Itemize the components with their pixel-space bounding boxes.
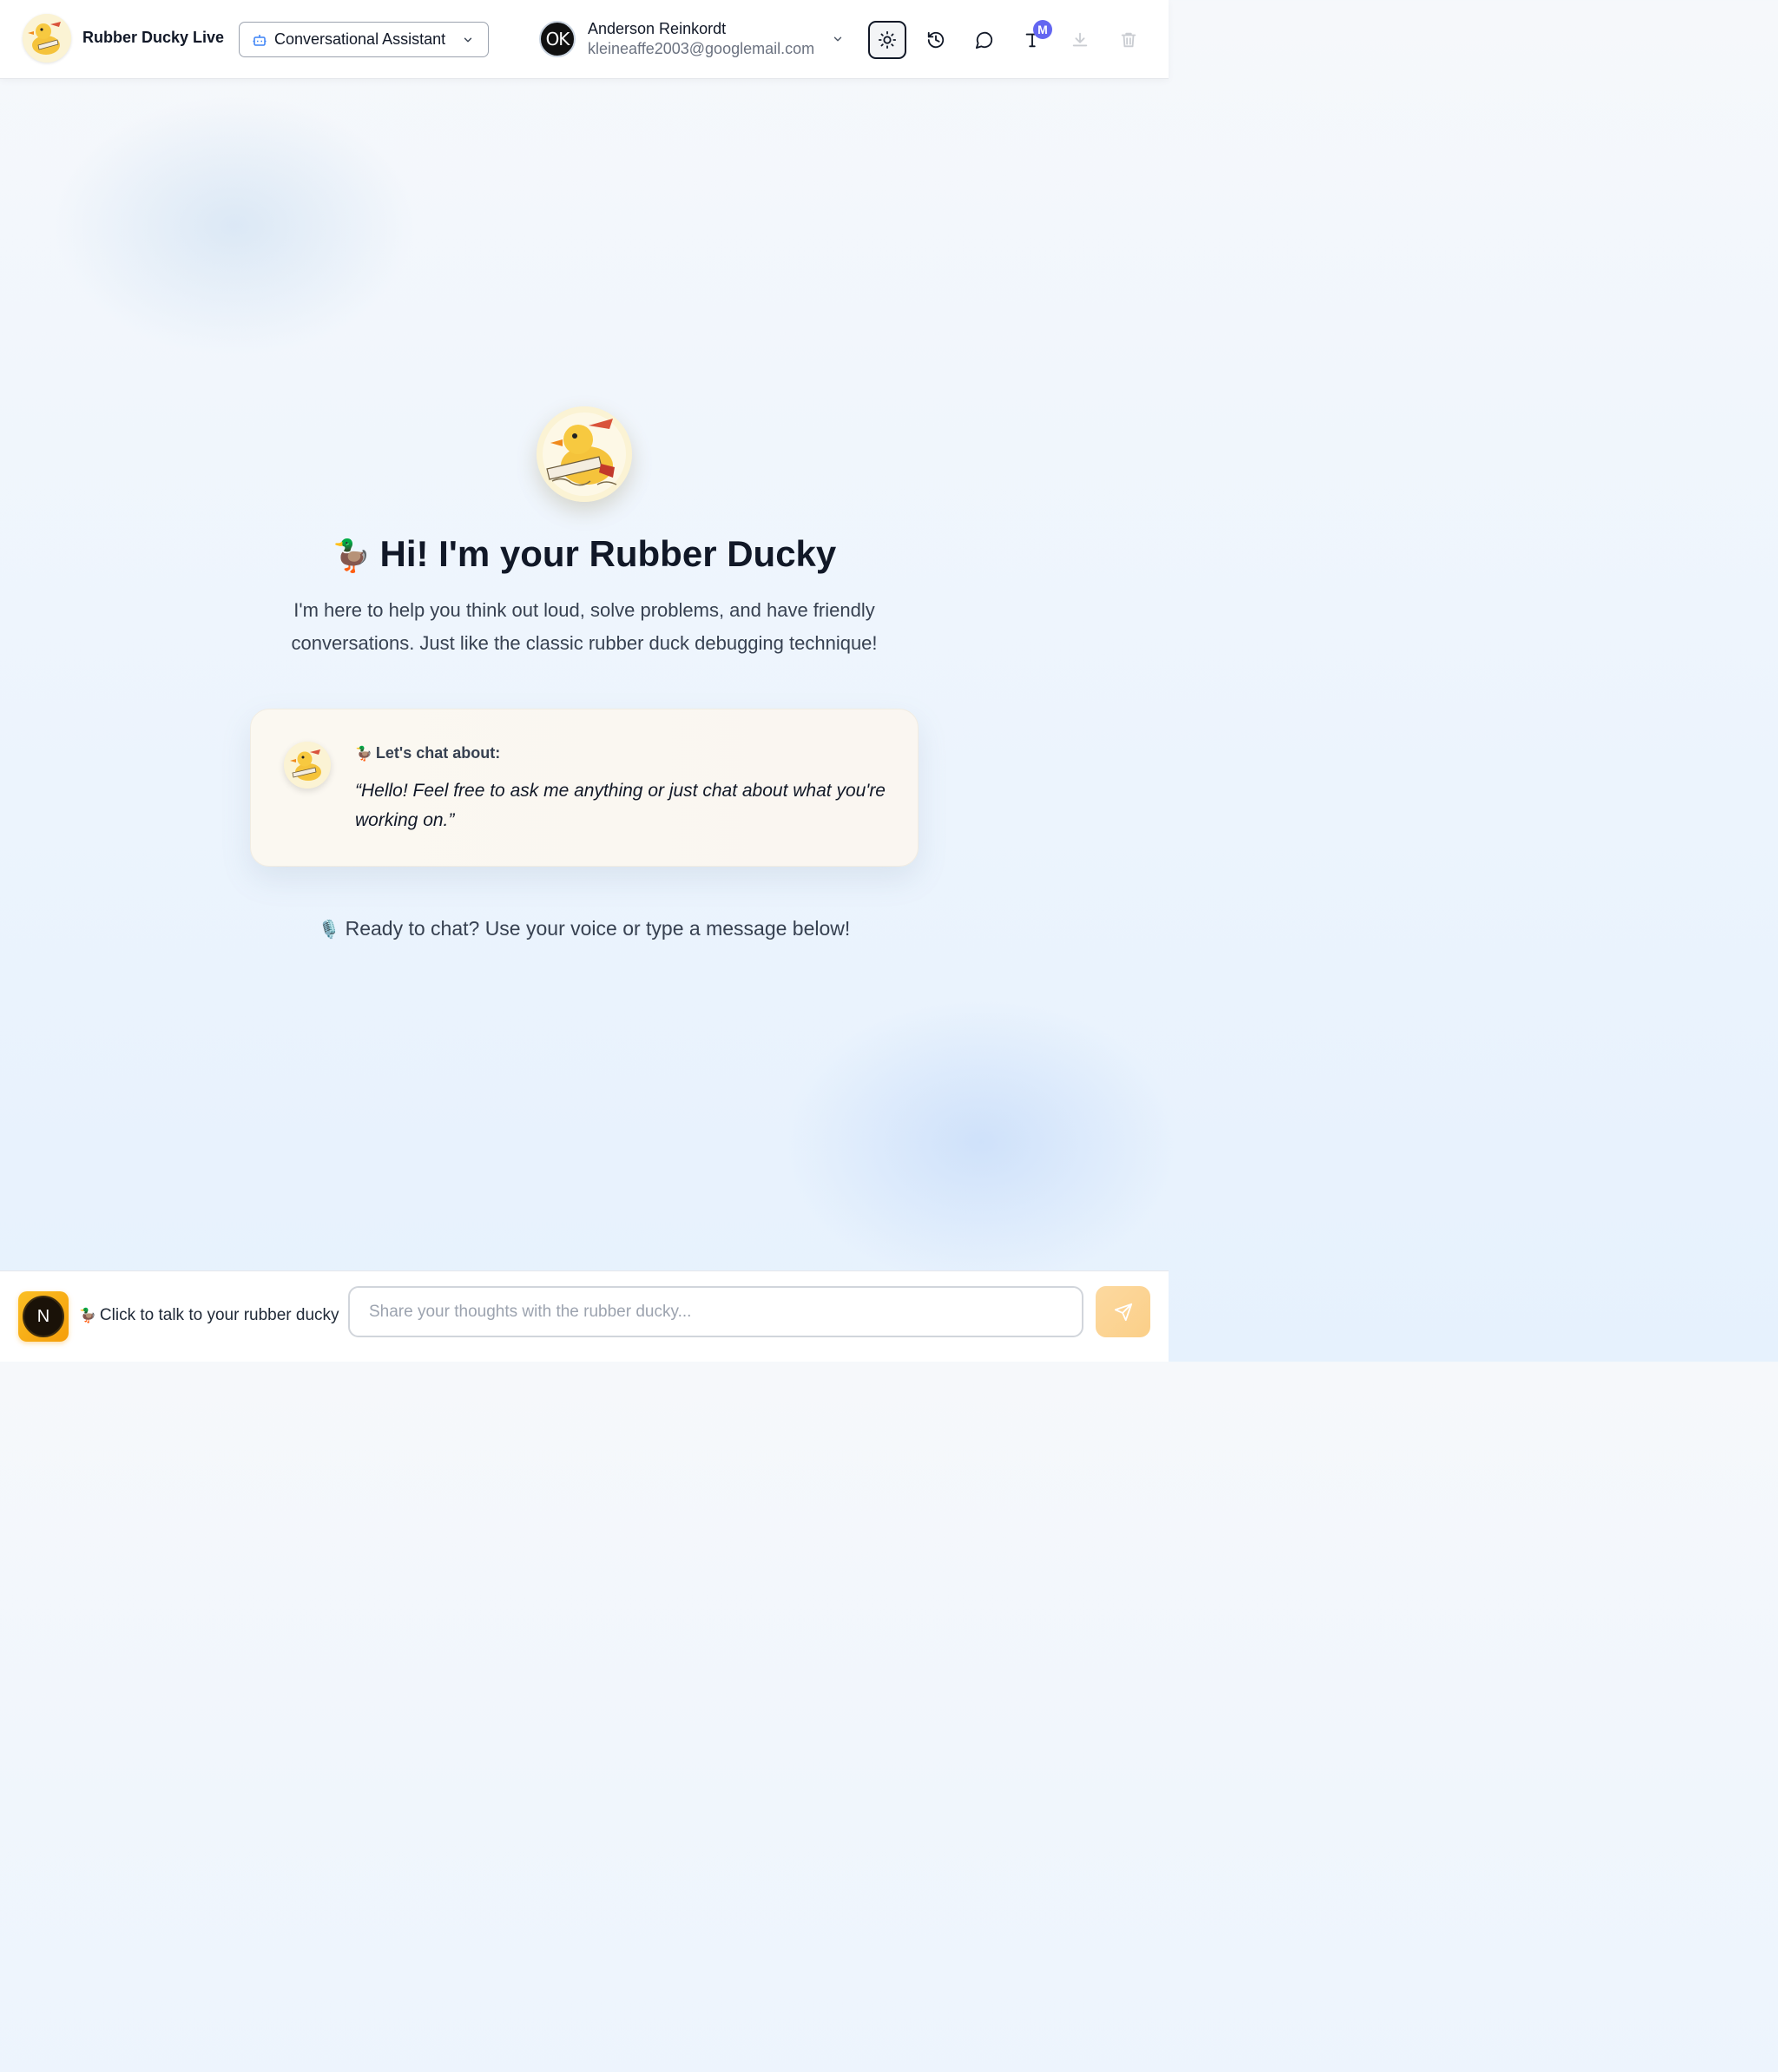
user-name: Anderson Reinkordt	[588, 20, 727, 37]
microphone-emoji-icon: 🎙️	[318, 921, 340, 940]
assistant-mode-select[interactable]: Conversational Assistant	[239, 22, 489, 57]
chevron-down-icon	[464, 37, 472, 43]
duck-emoji-icon: 🦆	[79, 1309, 96, 1323]
card-duck-avatar	[284, 742, 331, 789]
input-bar: N 🦆 Click to talk to your rubber ducky	[0, 1270, 1169, 1362]
card-quote: “Hello! Feel free to ask me anything or …	[355, 781, 886, 830]
voice-talk-button[interactable]: N	[18, 1291, 69, 1342]
app-title: Rubber Ducky Live	[82, 29, 225, 46]
send-icon	[1114, 1303, 1132, 1321]
send-button[interactable]	[1096, 1286, 1150, 1337]
duck-illustration	[284, 742, 331, 789]
hero-subtitle: I'm here to help you think out loud, sol…	[291, 599, 878, 654]
assistant-mode-label: Conversational Assistant	[274, 30, 446, 48]
duck-emoji-icon: 🦆	[355, 747, 372, 762]
chat-bubble-icon	[975, 31, 993, 49]
voice-hint: 🦆 Click to talk to your rubber ducky	[79, 1306, 339, 1325]
top-bar: Rubber Ducky Live Conversational Assista…	[0, 0, 1169, 79]
trash-icon	[1121, 32, 1136, 48]
download-icon	[1072, 32, 1088, 47]
text-size-badge: M	[1033, 20, 1052, 39]
ready-text: Ready to chat? Use your voice or type a …	[345, 917, 851, 940]
user-menu-chevron-icon[interactable]	[832, 33, 844, 45]
rubber-duck-logo[interactable]	[23, 14, 71, 63]
conversations-button[interactable]	[965, 21, 1004, 59]
delete-button[interactable]	[1110, 21, 1148, 59]
duck-illustration	[23, 14, 71, 63]
hero-duck-avatar	[537, 406, 632, 502]
ready-message: 🎙️ Ready to chat? Use your voice or type …	[0, 917, 1169, 940]
history-icon	[927, 31, 945, 49]
hero-title-text: Hi! I'm your Rubber Ducky	[379, 533, 837, 574]
suggestion-card: 🦆 Let's chat about: “Hello! Feel free to …	[250, 709, 919, 867]
download-button[interactable]	[1061, 21, 1099, 59]
voice-button-letter: N	[23, 1296, 64, 1337]
duck-illustration	[537, 406, 632, 502]
card-label-text: Let's chat about:	[375, 744, 501, 762]
background-glow-top	[52, 96, 417, 356]
message-input[interactable]	[348, 1286, 1083, 1337]
user-avatar[interactable]: OK	[539, 21, 576, 57]
background-glow-bottom	[781, 999, 1181, 1285]
voice-hint-text: Click to talk to your rubber ducky	[99, 1306, 339, 1324]
hero-title: 🦆 Hi! I'm your Rubber Ducky	[0, 533, 1169, 575]
bot-icon	[253, 34, 267, 46]
theme-toggle-button[interactable]	[868, 21, 906, 59]
history-button[interactable]	[917, 21, 955, 59]
duck-emoji-icon: 🦆	[332, 538, 372, 573]
card-label: 🦆 Let's chat about:	[355, 744, 500, 762]
sun-icon	[878, 30, 897, 49]
user-email: kleineaffe2003@googlemail.com	[588, 40, 815, 57]
